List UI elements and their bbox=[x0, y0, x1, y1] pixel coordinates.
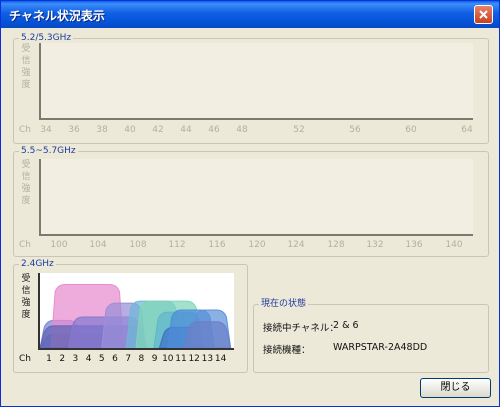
tick-label: 14 bbox=[214, 354, 227, 364]
tick-label: 42 bbox=[152, 125, 164, 135]
close-window-button[interactable] bbox=[474, 5, 493, 24]
tick-label: 60 bbox=[405, 125, 417, 135]
tick-label: 5 bbox=[98, 354, 105, 364]
status-panel-title: 現在の状態 bbox=[259, 297, 309, 311]
tick-label: 108 bbox=[129, 240, 147, 250]
channel-signal-area bbox=[183, 321, 232, 349]
panel-5ghz-high-label: 5.5~5.7GHz bbox=[19, 144, 78, 158]
panel-5ghz-high-plot bbox=[39, 159, 473, 236]
tick-label: 10 bbox=[162, 354, 174, 364]
window-title: チャネル状況表示 bbox=[9, 9, 105, 23]
tick-label: 4 bbox=[85, 354, 92, 364]
tick-label: 40 bbox=[124, 125, 136, 135]
status-panel: 現在の状態 bbox=[253, 297, 489, 373]
tick-label: 13 bbox=[201, 354, 214, 364]
tick-label: 11 bbox=[175, 354, 187, 364]
channel-chart-24ghz bbox=[38, 273, 234, 350]
tick-label: 6 bbox=[112, 354, 118, 364]
tick-label: 136 bbox=[405, 240, 423, 250]
tick-label: 9 bbox=[151, 354, 158, 364]
tick-label: 56 bbox=[349, 125, 361, 135]
title-bar: チャネル状況表示 bbox=[1, 1, 499, 28]
tick-label: 52 bbox=[293, 125, 305, 135]
tick-label: 112 bbox=[168, 240, 186, 250]
tick-label: 128 bbox=[327, 240, 345, 250]
connected-channel-label: 接続中チャネル： bbox=[263, 323, 339, 334]
panel-5ghz-high-xlabel: Ch bbox=[19, 240, 31, 250]
tick-label: 64 bbox=[461, 125, 473, 135]
tick-label: 7 bbox=[125, 354, 132, 364]
close-button[interactable]: 閉じる bbox=[420, 378, 491, 398]
tick-label: 46 bbox=[208, 125, 220, 135]
tick-label: 2 bbox=[59, 354, 66, 364]
tick-label: 116 bbox=[208, 240, 226, 250]
tick-label: 12 bbox=[188, 354, 200, 364]
panel-5ghz-high-ylabel: 受信強度 bbox=[21, 160, 31, 206]
tick-label: 8 bbox=[138, 354, 145, 364]
channel-status-window: チャネル状況表示 5.2/5.3GHz 受信強度 Ch 34 36 38 40 42 44… bbox=[0, 0, 500, 407]
tick-label: 140 bbox=[445, 240, 463, 250]
panel-24ghz-ylabel: 受信強度 bbox=[21, 274, 31, 320]
tick-label: 36 bbox=[68, 125, 80, 135]
tick-label: 132 bbox=[366, 240, 384, 250]
panel-24ghz-xlabel: Ch bbox=[19, 354, 31, 364]
tick-label: 1 bbox=[46, 354, 52, 364]
tick-label: 44 bbox=[180, 125, 192, 135]
tick-label: 120 bbox=[248, 240, 266, 250]
panel-5ghz-low-xlabel: Ch bbox=[19, 125, 31, 135]
connected-device-value: WARPSTAR-2A48DD bbox=[333, 342, 428, 353]
tick-label: 124 bbox=[287, 240, 305, 250]
panel-24ghz-label: 2.4GHz bbox=[19, 257, 56, 271]
connected-channel-value: 2 & 6 bbox=[333, 320, 359, 331]
tick-label: 100 bbox=[50, 240, 68, 250]
tick-label: 38 bbox=[96, 125, 108, 135]
tick-label: 3 bbox=[72, 354, 79, 364]
close-icon bbox=[479, 10, 488, 19]
panel-5ghz-low-ylabel: 受信強度 bbox=[21, 44, 31, 90]
tick-label: 48 bbox=[236, 125, 248, 135]
panel-5ghz-low-plot bbox=[39, 43, 473, 120]
tick-label: 104 bbox=[89, 240, 107, 250]
tick-label: 34 bbox=[40, 125, 52, 135]
connected-device-label: 接続機種： bbox=[263, 345, 311, 356]
